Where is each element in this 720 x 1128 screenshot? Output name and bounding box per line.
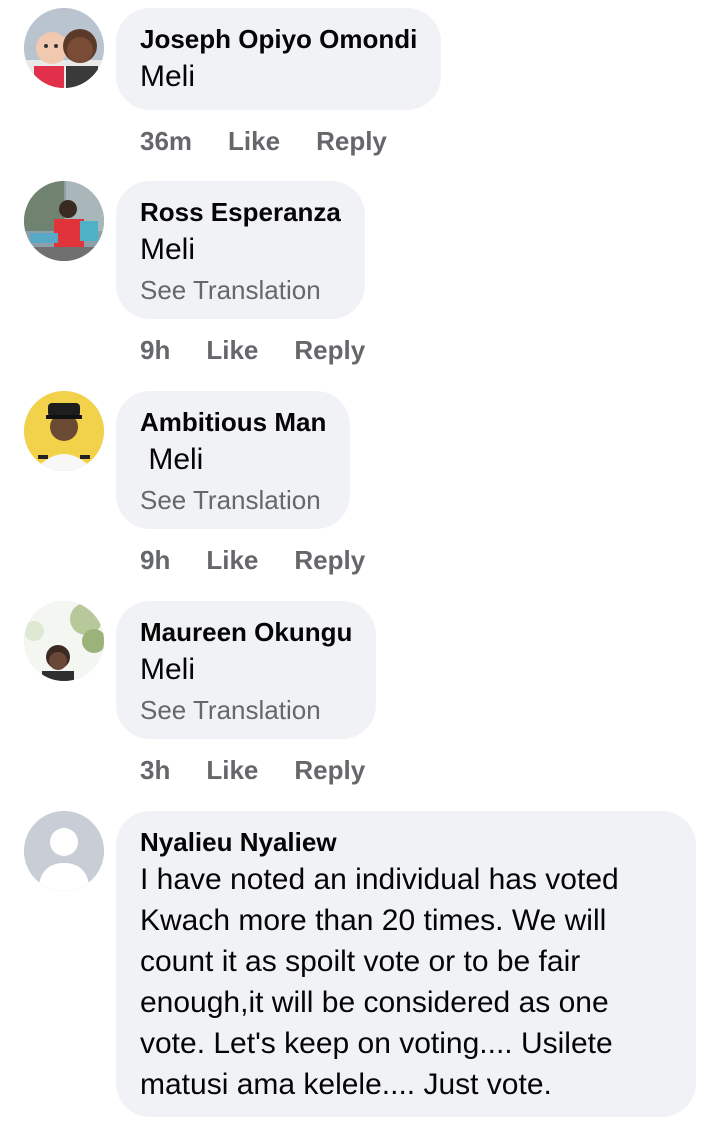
- comment-text-line: matusi ama kelele.... Just vote.: [140, 1068, 552, 1101]
- reply-button[interactable]: Reply: [294, 753, 365, 787]
- avatar-photo-icon: [24, 8, 104, 88]
- comment-bubble: Maureen Okungu Meli See Translation: [116, 601, 377, 739]
- default-avatar-icon: [24, 811, 104, 891]
- comment-text-line: vote. Let's keep on voting.... Usilete: [140, 1027, 613, 1060]
- comment-bubble: Joseph Opiyo Omondi Meli: [116, 8, 442, 110]
- comment-bubble: Ross Esperanza Meli See Translation: [116, 181, 365, 319]
- comment-author[interactable]: Ambitious Man: [140, 405, 326, 439]
- comment-actions: 36m Like Reply: [140, 124, 423, 158]
- comment-time[interactable]: 9h: [140, 333, 170, 367]
- comment-text: Meli: [140, 653, 196, 686]
- comment-actions: 9h Like Reply: [140, 543, 401, 577]
- reply-button[interactable]: Reply: [294, 333, 365, 367]
- avatar[interactable]: [24, 391, 104, 471]
- like-button[interactable]: Like: [206, 543, 258, 577]
- avatar-photo-icon: [24, 391, 104, 471]
- like-button[interactable]: Like: [206, 333, 258, 367]
- comment-time[interactable]: 9h: [140, 543, 170, 577]
- comment-author[interactable]: Ross Esperanza: [140, 195, 341, 229]
- avatar-photo-icon: [24, 181, 104, 261]
- avatar[interactable]: [24, 811, 104, 891]
- like-button[interactable]: Like: [228, 124, 280, 158]
- comment-text-line: Kwach more than 20 times. We will: [140, 904, 607, 937]
- comment-text-line: I have noted an individual has voted: [140, 863, 619, 896]
- reply-button[interactable]: Reply: [294, 543, 365, 577]
- avatar[interactable]: [24, 8, 104, 88]
- comment-actions: 3h Like Reply: [140, 753, 401, 787]
- reply-button[interactable]: Reply: [316, 124, 387, 158]
- comment-author[interactable]: Joseph Opiyo Omondi: [140, 22, 417, 56]
- avatar[interactable]: [24, 181, 104, 261]
- avatar-photo-icon: [24, 601, 104, 681]
- see-translation-link[interactable]: See Translation: [140, 480, 326, 520]
- comment-author[interactable]: Maureen Okungu: [140, 615, 352, 649]
- see-translation-link[interactable]: See Translation: [140, 270, 341, 310]
- like-button[interactable]: Like: [206, 753, 258, 787]
- comment-text: Meli: [140, 60, 196, 93]
- comment-text: Meli: [140, 443, 204, 476]
- comment-text-line: count it as spoilt vote or to be fair: [140, 945, 581, 978]
- see-translation-link[interactable]: See Translation: [140, 690, 352, 730]
- comment-bubble: Ambitious Man Meli See Translation: [116, 391, 351, 529]
- comment-author[interactable]: Nyalieu Nyaliew: [140, 825, 672, 859]
- comment-actions: 9h Like Reply: [140, 333, 401, 367]
- comment-text-line: enough,it will be considered as one: [140, 986, 609, 1019]
- comment-time[interactable]: 36m: [140, 124, 192, 158]
- comment-bubble: Nyalieu Nyaliew I have noted an individu…: [116, 811, 696, 1117]
- comment-text: Meli: [140, 233, 196, 266]
- avatar[interactable]: [24, 601, 104, 681]
- comment-time[interactable]: 3h: [140, 753, 170, 787]
